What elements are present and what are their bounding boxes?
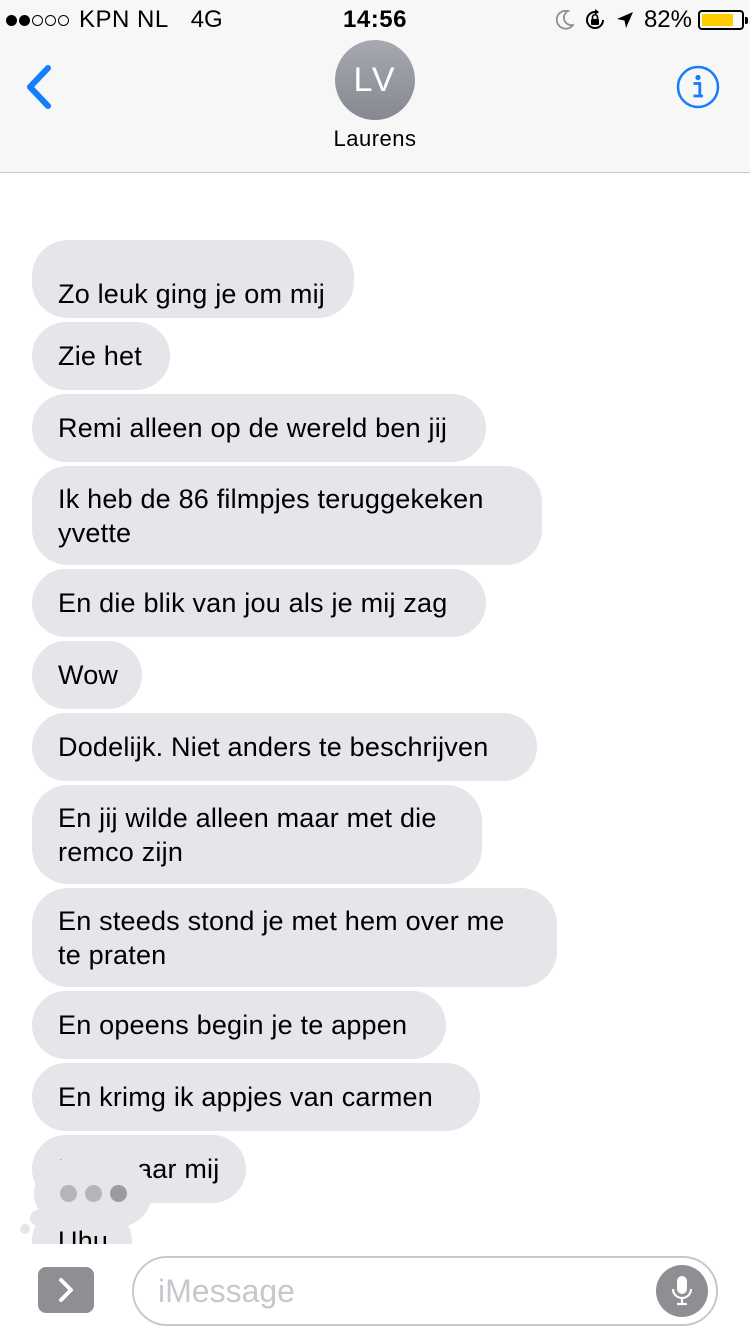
message-text: En steeds stond je met hem over me te pr… [58,904,505,972]
message-line: yvette [58,517,132,548]
typing-dot [84,1184,102,1202]
message-bubble[interactable]: En die blik van jou als je mij zag [32,569,486,637]
dictation-button[interactable] [656,1265,708,1317]
contact-name: Laurens [333,126,417,151]
typing-dot [109,1184,127,1202]
message-bubble[interactable]: Ik heb de 86 filmpjes teruggekeken yvett… [32,466,542,565]
location-arrow-icon [616,11,634,29]
message-text: Zie het [58,341,142,371]
microphone-icon [671,1276,693,1306]
typing-indicator [34,1159,152,1227]
apps-button[interactable] [38,1267,94,1313]
status-right: 82% [555,6,748,34]
rotation-lock-icon [584,9,606,31]
message-text: En krimg ik appjes van carmen [58,1082,433,1112]
message-line: te praten [58,939,167,970]
message-bubble[interactable]: Zo leuk ging je om mij [32,240,354,318]
chevron-right-icon [59,1278,73,1302]
avatar[interactable]: LV [335,40,415,120]
message-text: Wow [58,660,119,690]
moon-icon [555,10,574,30]
message-line: En steeds stond je met hem over me [58,905,505,936]
message-bubble[interactable]: Zie het [32,322,170,390]
message-bubble[interactable]: Remi alleen op de wereld ben jij [32,394,486,462]
info-icon [676,65,720,109]
typing-dot [59,1184,77,1202]
message-bubble[interactable]: En opeens begin je te appen [32,991,446,1059]
typing-indicator-tail [20,1224,30,1234]
message-input[interactable]: iMessage [132,1256,718,1326]
input-bar: iMessage [0,1244,750,1334]
message-text: Ik heb de 86 filmpjes teruggekeken yvett… [58,482,484,550]
contact-header[interactable]: LV Laurens [0,40,750,152]
message-bubble[interactable]: Wow [32,641,142,709]
message-text: Dodelijk. Niet anders te beschrijven [58,732,489,762]
battery-tip [745,17,748,24]
message-line: Ik heb de 86 filmpjes teruggekeken [58,483,484,514]
message-line: remco zijn [58,836,184,867]
message-text: Remi alleen op de wereld ben jij [58,413,448,443]
message-input-placeholder: iMessage [158,1272,295,1309]
message-text: Zo leuk ging je om mij [58,279,326,309]
typing-indicator-tail [30,1210,46,1226]
message-bubble[interactable]: En krimg ik appjes van carmen [32,1063,480,1131]
message-bubble[interactable]: En jij wilde alleen maar met die remco z… [32,785,482,884]
status-bar: KPN NL 4G 14:56 82% [0,0,750,40]
message-bubble[interactable]: Dodelijk. Niet anders te beschrijven [32,713,537,781]
info-button[interactable] [676,65,720,109]
message-text: En die blik van jou als je mij zag [58,588,448,618]
message-bubble[interactable]: En steeds stond je met hem over me te pr… [32,888,557,987]
battery-fill [702,14,734,26]
message-text: En jij wilde alleen maar met die remco z… [58,801,437,869]
message-text: En opeens begin je te appen [58,1010,408,1040]
battery-percent: 82% [643,6,692,33]
top-bar: KPN NL 4G 14:56 82% LV Laurens [0,0,750,173]
battery-icon [698,10,748,30]
message-line: En jij wilde alleen maar met die [58,802,437,833]
